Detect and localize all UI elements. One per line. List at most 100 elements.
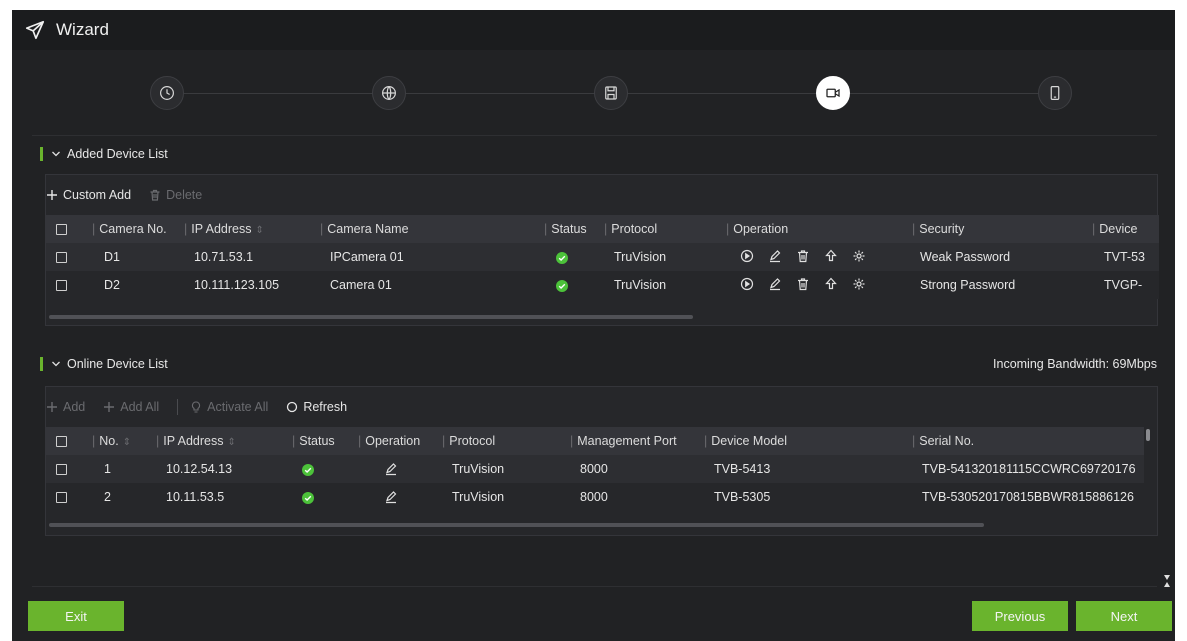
col-status[interactable]: | Status <box>292 427 358 455</box>
added-device-list-title: Added Device List <box>67 147 168 161</box>
col-serial-no[interactable]: | Serial No. <box>912 427 1144 455</box>
exit-button[interactable]: Exit <box>28 601 124 631</box>
clock-icon <box>160 86 174 100</box>
chevron-down-icon[interactable] <box>51 359 61 369</box>
add-all-button[interactable]: Add All <box>103 400 159 414</box>
trash-icon[interactable] <box>796 249 810 263</box>
row-checkbox[interactable] <box>56 280 67 292</box>
chevron-down-icon[interactable] <box>51 149 61 159</box>
footer-divider <box>32 586 1157 587</box>
step-network[interactable] <box>372 76 406 110</box>
edit-pencil-icon[interactable] <box>384 490 398 504</box>
gear-icon[interactable] <box>852 277 866 291</box>
status-ok-icon <box>302 491 314 504</box>
next-button[interactable]: Next <box>1076 601 1172 631</box>
col-operation[interactable]: | Operation <box>726 215 912 243</box>
col-ip-address[interactable]: | IP Address ⇕ <box>156 427 292 455</box>
added-device-panel: Custom Add Delete | Camera No. | IP Addres… <box>45 174 1159 326</box>
globe-icon <box>382 86 396 100</box>
step-mobile[interactable] <box>1038 76 1072 110</box>
horizontal-scrollbar[interactable] <box>49 315 693 319</box>
table-row[interactable]: 2 10.11.53.5 TruVision 8000 TVB-5305 TVB… <box>46 483 1144 511</box>
device-model: TVB-5413 <box>714 462 771 476</box>
play-icon[interactable] <box>740 277 754 291</box>
camera-no: D1 <box>104 250 120 264</box>
table-row[interactable]: D2 10.111.123.105 Camera 01 TruVision St… <box>46 271 1159 299</box>
mobile-phone-icon <box>1050 86 1060 100</box>
col-protocol[interactable]: | Protocol <box>604 215 726 243</box>
gear-icon[interactable] <box>852 249 866 263</box>
ip-address: 10.12.54.13 <box>166 462 233 476</box>
custom-add-button[interactable]: Custom Add <box>46 188 131 202</box>
title-bar: Wizard <box>12 10 1175 50</box>
col-device-model[interactable]: | Device Model <box>704 427 912 455</box>
select-all-checkbox[interactable] <box>56 436 67 448</box>
delete-label: Delete <box>166 188 203 202</box>
row-checkbox[interactable] <box>56 464 67 476</box>
trash-icon[interactable] <box>796 277 810 291</box>
col-camera-no[interactable]: | Camera No. <box>92 215 184 243</box>
protocol: TruVision <box>452 490 505 504</box>
col-operation[interactable]: | Operation <box>358 427 442 455</box>
col-protocol[interactable]: | Protocol <box>442 427 570 455</box>
device-no: 1 <box>104 462 111 476</box>
online-device-table: | No. ⇕ | IP Address ⇕ | Status | Operation | P… <box>46 427 1144 511</box>
section-accent-bar <box>40 357 43 371</box>
status-ok-icon <box>302 463 314 476</box>
upgrade-arrow-icon[interactable] <box>824 277 838 291</box>
ip-address: 10.71.53.1 <box>194 250 254 264</box>
table-row[interactable]: 1 10.12.54.13 TruVision 8000 TVB-5413 TV… <box>46 455 1144 483</box>
refresh-button[interactable]: Refresh <box>286 400 347 414</box>
activate-all-label: Activate All <box>207 400 269 414</box>
serial-no: TVB-530520170815BBWR815886126 <box>922 490 1134 504</box>
step-storage[interactable] <box>594 76 628 110</box>
device-model: TVB-5305 <box>714 490 771 504</box>
camera-name: Camera 01 <box>330 278 392 292</box>
online-device-list-title: Online Device List <box>67 357 168 371</box>
col-device[interactable]: | Device <box>1092 215 1159 243</box>
protocol: TruVision <box>614 278 667 292</box>
col-ip-address[interactable]: | IP Address ⇕ <box>184 215 320 243</box>
trash-icon <box>150 189 160 201</box>
horizontal-scrollbar[interactable] <box>49 523 984 527</box>
play-icon[interactable] <box>740 249 754 263</box>
col-security[interactable]: | Security <box>912 215 1092 243</box>
add-all-label: Add All <box>120 400 160 414</box>
paper-plane-icon <box>25 20 45 40</box>
vertical-scrollbar[interactable] <box>1146 429 1150 441</box>
plus-icon <box>47 190 57 200</box>
device-model: TVT-53 <box>1104 250 1145 264</box>
col-camera-name[interactable]: | Camera Name <box>320 215 544 243</box>
online-device-panel: Add Add All Activate All Refresh | No. ⇕… <box>45 386 1158 536</box>
refresh-icon <box>287 401 298 413</box>
row-checkbox[interactable] <box>56 252 67 264</box>
wizard-steps <box>32 50 1157 136</box>
incoming-bandwidth: Incoming Bandwidth: 69Mbps <box>993 357 1157 371</box>
select-all-checkbox[interactable] <box>56 224 67 236</box>
resize-handle-icon[interactable] <box>1164 575 1170 587</box>
row-checkbox[interactable] <box>56 492 67 504</box>
upgrade-arrow-icon[interactable] <box>824 249 838 263</box>
edit-pencil-icon[interactable] <box>768 249 782 263</box>
edit-pencil-icon[interactable] <box>768 277 782 291</box>
delete-button[interactable]: Delete <box>149 188 202 202</box>
plus-icon <box>104 402 115 412</box>
add-button[interactable]: Add <box>46 400 85 414</box>
step-time[interactable] <box>150 76 184 110</box>
previous-button[interactable]: Previous <box>972 601 1068 631</box>
camera-name: IPCamera 01 <box>330 250 404 264</box>
camera-no: D2 <box>104 278 120 292</box>
online-device-list-header[interactable]: Online Device List <box>40 354 168 374</box>
col-status[interactable]: | Status <box>544 215 604 243</box>
serial-no: TVB-541320181115CCWRC69720176 <box>922 462 1136 476</box>
col-management-port[interactable]: | Management Port <box>570 427 704 455</box>
activate-all-button[interactable]: Activate All <box>190 400 268 414</box>
step-camera[interactable] <box>816 76 850 110</box>
col-no[interactable]: | No. ⇕ <box>92 427 156 455</box>
added-toolbar: Custom Add Delete <box>46 175 1157 215</box>
section-accent-bar <box>40 147 43 161</box>
edit-pencil-icon[interactable] <box>384 462 398 476</box>
table-row[interactable]: D1 10.71.53.1 IPCamera 01 TruVision Weak… <box>46 243 1159 271</box>
added-device-list-header[interactable]: Added Device List <box>40 144 168 164</box>
protocol: TruVision <box>452 462 505 476</box>
